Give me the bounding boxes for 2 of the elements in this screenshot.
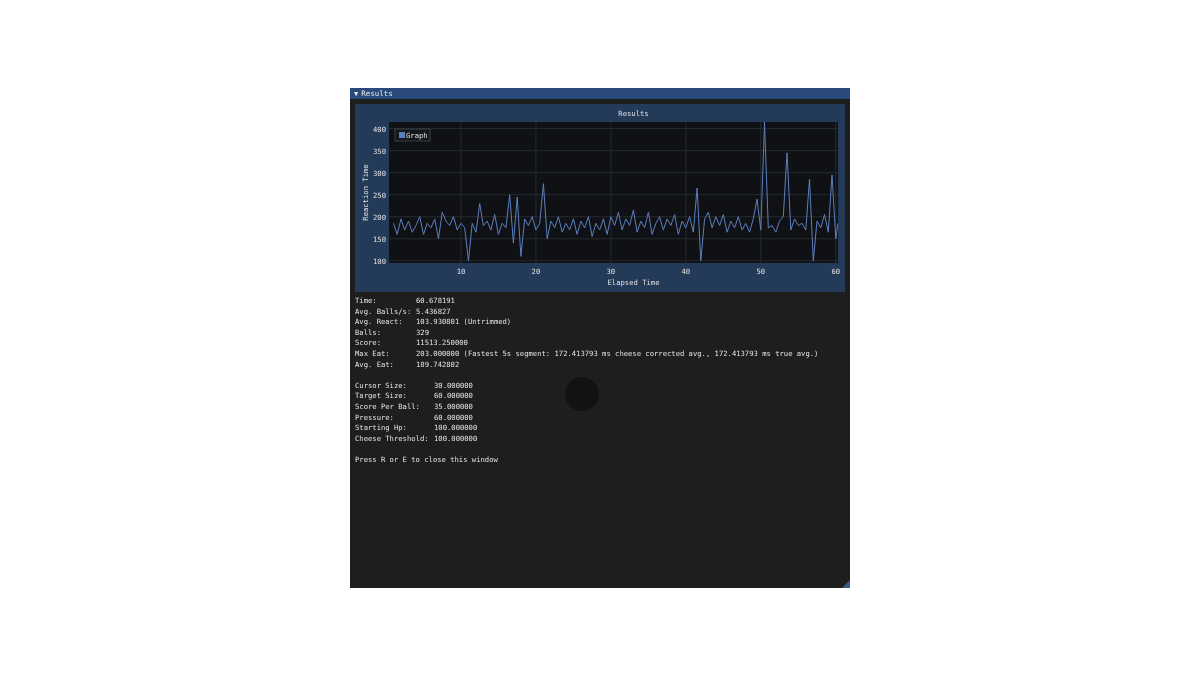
resize-grip-icon[interactable] [842,580,850,588]
legend-background [394,128,431,142]
